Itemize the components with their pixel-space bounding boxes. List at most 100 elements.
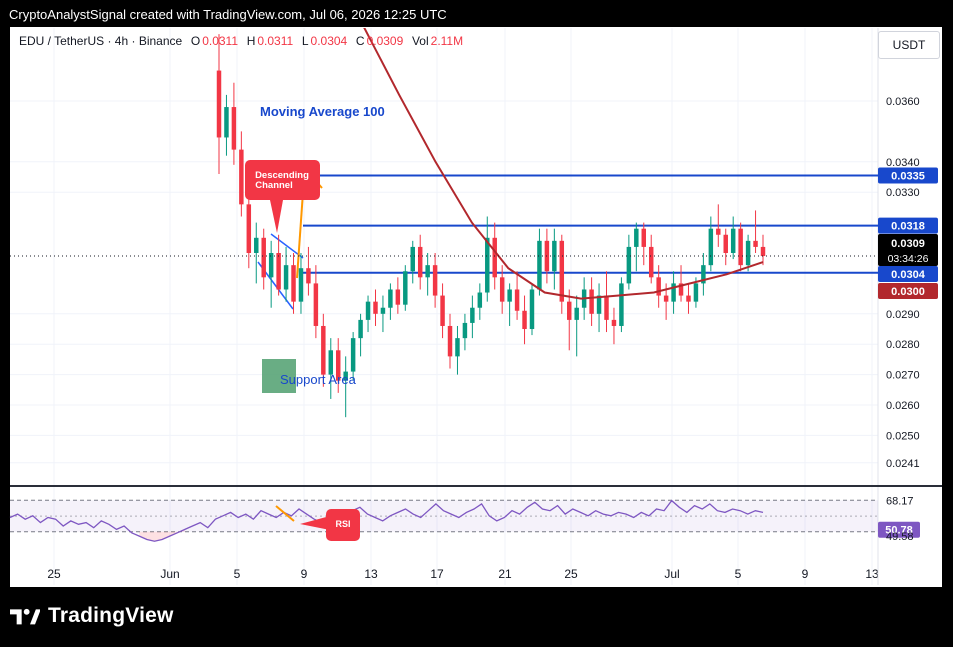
- candle-body: [716, 228, 721, 235]
- symbol-legend[interactable]: EDU / TetherUS · 4h · Binance O 0.0311 H0…: [19, 34, 465, 48]
- y-tick-label: 0.0241: [886, 458, 920, 470]
- candle-body: [388, 289, 393, 308]
- candle-body: [432, 265, 438, 296]
- candle-body: [224, 107, 229, 138]
- x-tick-label: Jun: [160, 567, 179, 581]
- candle-body: [738, 228, 743, 266]
- price-series: [216, 28, 878, 418]
- y-tick-label: 0.0290: [886, 309, 920, 321]
- candle-body: [537, 240, 542, 290]
- countdown-label: 03:34:26: [888, 253, 929, 265]
- legend-volume-label: Vol: [411, 34, 429, 48]
- candle-body: [231, 107, 237, 150]
- candle-body: [723, 234, 728, 253]
- candle-body: [567, 301, 572, 320]
- legend-low-label: L: [301, 34, 309, 48]
- x-tick-label: 5: [735, 567, 742, 581]
- candle-body: [492, 237, 497, 278]
- candle-body: [462, 322, 468, 339]
- candle-body: [514, 289, 520, 311]
- candle-body: [447, 325, 453, 357]
- candle-body: [686, 295, 691, 302]
- candle-body: [216, 70, 222, 138]
- legend-close: 0.0309: [366, 34, 404, 48]
- rsi-annotation: RSI: [335, 519, 350, 529]
- candle-body: [634, 228, 639, 247]
- legend-high-label: H: [246, 34, 256, 48]
- legend-low: 0.0304: [310, 34, 348, 48]
- candle-body: [760, 246, 766, 257]
- candle-body: [753, 240, 758, 247]
- candle-body: [470, 307, 475, 323]
- candle-body: [276, 253, 281, 290]
- breakout-line: [296, 191, 304, 279]
- y-tick-label: 0.0360: [886, 96, 920, 108]
- candle-body: [328, 350, 334, 375]
- candle-body: [254, 237, 259, 253]
- candle-body: [477, 292, 483, 308]
- x-tick-label: 9: [301, 567, 308, 581]
- x-tick-label: 9: [802, 567, 809, 581]
- candle-body: [522, 310, 527, 330]
- candle-body: [596, 295, 602, 314]
- legend-open: 0.0311: [202, 34, 239, 48]
- candle-body: [663, 295, 669, 302]
- candle-body: [589, 289, 594, 314]
- x-tick-label: 25: [564, 567, 578, 581]
- tradingview-logo-icon: [10, 608, 40, 625]
- currency-button[interactable]: USDT: [878, 31, 940, 59]
- candle-body: [529, 289, 535, 330]
- candle-body: [455, 338, 460, 357]
- descending-channel-label: Channel: [255, 180, 292, 191]
- candle-body: [641, 228, 647, 247]
- y-tick-label: 0.0270: [886, 370, 920, 382]
- candle-body: [403, 271, 408, 305]
- x-tick-label: 21: [498, 567, 512, 581]
- candle-body: [298, 268, 304, 302]
- legend-open-label: O: [190, 34, 201, 48]
- candle-body: [611, 319, 617, 326]
- candle-body: [395, 289, 401, 305]
- candle-body: [648, 246, 654, 278]
- candle-body: [373, 301, 378, 314]
- candle-body: [745, 240, 751, 266]
- ma100-annotation: Moving Average 100: [260, 104, 385, 119]
- candle-body: [313, 283, 319, 326]
- candle-body: [507, 289, 512, 302]
- support-area-annotation: Support Area: [280, 372, 357, 387]
- x-tick-label: 17: [430, 567, 444, 581]
- candle-body: [291, 265, 296, 302]
- legend-high: 0.0311: [257, 34, 294, 48]
- candle-body: [619, 283, 624, 326]
- ma-price-label: 0.0300: [891, 286, 925, 298]
- candle-body: [246, 204, 252, 253]
- candle-body: [410, 246, 415, 272]
- candle-body: [425, 265, 430, 278]
- candle-body: [440, 295, 445, 326]
- candle-body: [268, 253, 274, 278]
- candle-body: [708, 228, 714, 266]
- tradingview-brand: TradingView: [48, 604, 174, 627]
- legend-volume: 2.11M: [430, 34, 464, 48]
- tradingview-footer[interactable]: TradingView: [10, 604, 174, 628]
- candle-body: [239, 149, 244, 205]
- y-tick-label: 0.0330: [886, 187, 920, 199]
- rsi-level-label: 49.58: [886, 531, 914, 543]
- candle-body: [656, 277, 661, 296]
- candle-body: [626, 246, 632, 284]
- candle-body: [417, 246, 423, 278]
- x-tick-label: 13: [364, 567, 378, 581]
- level-tag-label: 0.0318: [891, 221, 925, 233]
- candle-body: [574, 307, 579, 320]
- candle-body: [559, 240, 565, 302]
- x-tick-label: 25: [47, 567, 61, 581]
- candle-body: [380, 307, 386, 314]
- y-tick-label: 0.0250: [886, 430, 920, 442]
- x-tick-label: 13: [865, 567, 879, 581]
- candle-body: [730, 228, 736, 253]
- legend-symbol: EDU / TetherUS · 4h · Binance: [19, 34, 183, 48]
- level-tag-label: 0.0335: [891, 170, 925, 182]
- candle-body: [350, 338, 356, 372]
- price-chart[interactable]: 25 Jun 5 9 13 17 21 25 Jul 5 9 13 0.0360 0.0340 0.0330…: [0, 0, 953, 647]
- candle-body: [283, 265, 289, 290]
